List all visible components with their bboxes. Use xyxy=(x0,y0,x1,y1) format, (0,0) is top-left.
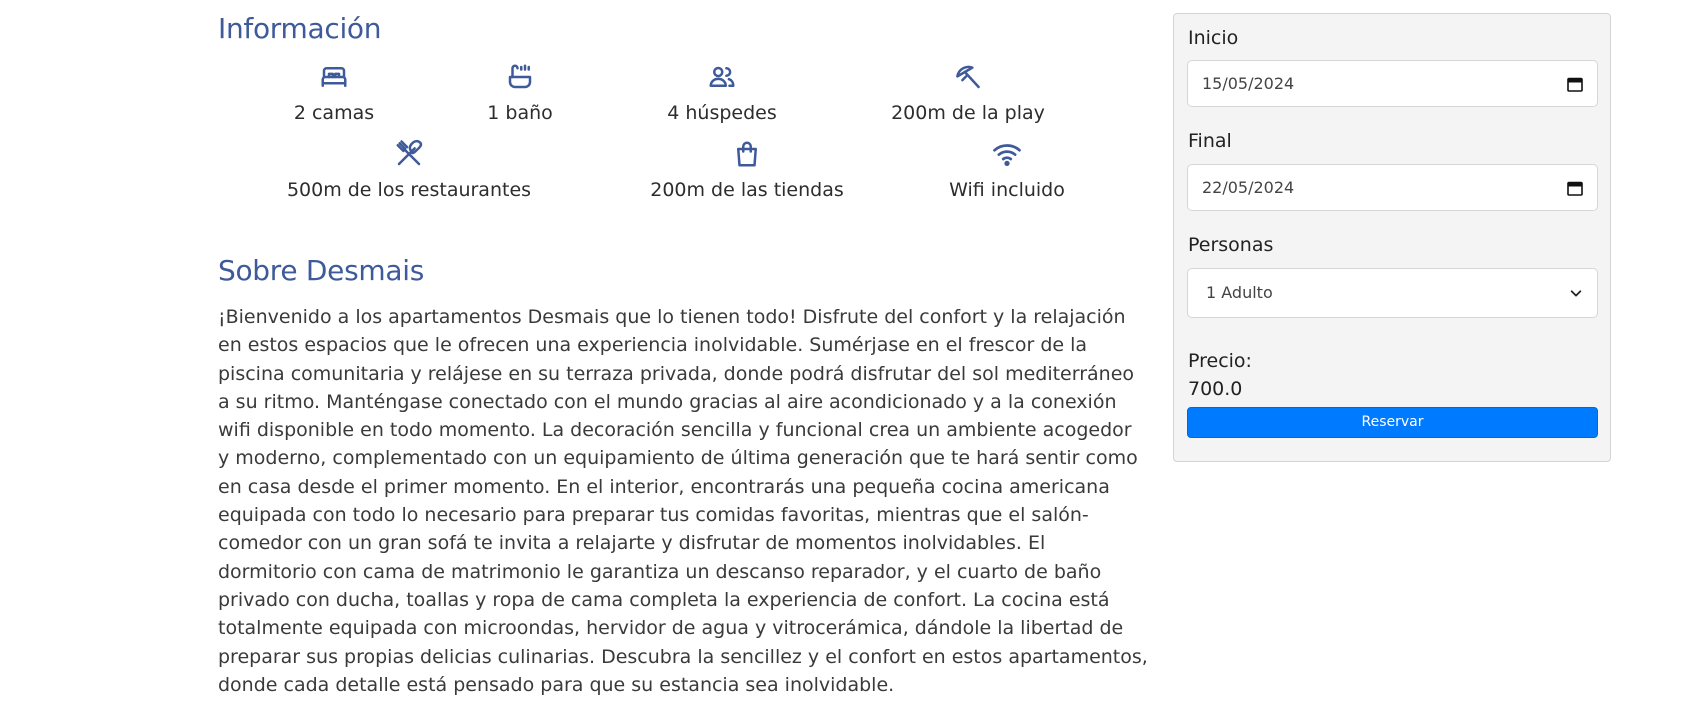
about-description: ¡Bienvenido a los apartamentos Desmais q… xyxy=(218,306,1148,696)
bed-icon xyxy=(321,67,347,87)
info-title: Información xyxy=(218,12,382,45)
end-date-input[interactable]: 22/05/2024 xyxy=(1187,164,1598,211)
shopping-bag-icon xyxy=(737,141,757,167)
price-value: 700.0 xyxy=(1188,378,1243,400)
feature-wifi: Wifi incluido xyxy=(857,139,1157,201)
people-icon xyxy=(709,66,735,87)
people-select[interactable]: 1 Adulto xyxy=(1187,268,1598,318)
price-label: Precio: xyxy=(1188,350,1252,372)
feature-beach: 200m de la play xyxy=(818,62,1118,124)
feature-label: Wifi incluido xyxy=(949,179,1065,201)
feature-label: 200m de las tiendas xyxy=(650,179,844,201)
bathtub-icon xyxy=(508,64,532,89)
about-title: Sobre Desmais xyxy=(218,254,424,287)
feature-restaurants: 500m de los restaurantes xyxy=(259,139,559,201)
start-date-input[interactable]: 15/05/2024 xyxy=(1187,60,1598,107)
feature-label: 200m de la play xyxy=(891,102,1045,124)
wifi-icon xyxy=(993,144,1021,166)
calendar-icon[interactable] xyxy=(1567,76,1583,92)
booking-panel: Inicio 15/05/2024 Final 22/05/2024 Perso… xyxy=(1173,13,1611,462)
start-date-value: 15/05/2024 xyxy=(1202,74,1295,93)
calendar-icon[interactable] xyxy=(1567,180,1583,196)
people-selected-value: 1 Adulto xyxy=(1206,283,1273,302)
start-date-label: Inicio xyxy=(1188,27,1239,49)
reserve-button[interactable]: Reservar xyxy=(1187,407,1598,438)
fork-knife-icon xyxy=(396,139,423,166)
feature-label: 500m de los restaurantes xyxy=(286,179,532,201)
chevron-down-icon xyxy=(1570,290,1582,297)
end-date-label: Final xyxy=(1188,130,1232,152)
feature-shops: 200m de las tiendas xyxy=(597,139,897,201)
end-date-value: 22/05/2024 xyxy=(1202,178,1295,197)
beach-umbrella-icon xyxy=(956,65,980,89)
people-label: Personas xyxy=(1188,234,1274,256)
